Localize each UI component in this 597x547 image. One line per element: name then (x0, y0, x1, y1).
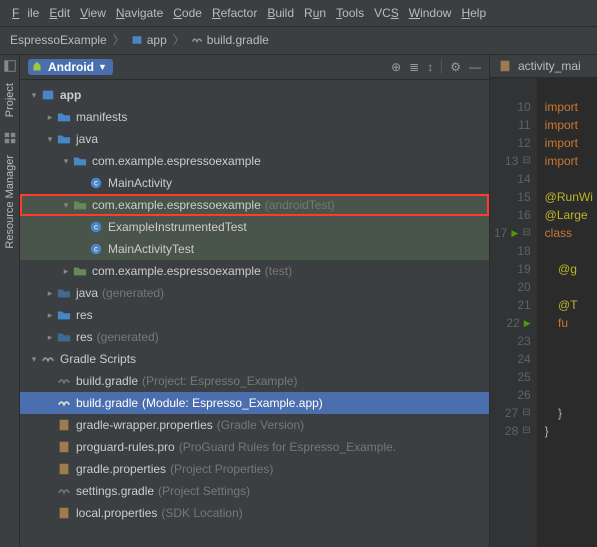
project-tool-tab[interactable]: Project (2, 77, 18, 123)
tree-node-local-props[interactable]: local.properties (SDK Location) (20, 502, 489, 524)
editor-body[interactable]: 10111213 ⊟14 151617 ▶⊟1819 202122 ▶2324 … (490, 78, 597, 547)
tree-node-pkg-main[interactable]: ▾ com.example.espressoexample (20, 150, 489, 172)
project-tool-icon[interactable] (3, 59, 17, 73)
breadcrumb-project[interactable]: EspressoExample (10, 33, 107, 47)
tree-node-gradle-scripts[interactable]: ▾ Gradle Scripts (20, 348, 489, 370)
gradle-icon (40, 351, 56, 367)
chevron-right-icon: ▸ (44, 332, 56, 343)
tree-node-example-instr-test[interactable]: c ExampleInstrumentedTest (20, 216, 489, 238)
gradle-file-icon (191, 34, 203, 46)
menu-navigate[interactable]: Navigate (112, 4, 167, 22)
svg-text:c: c (94, 179, 98, 188)
menu-tools[interactable]: Tools (332, 4, 368, 22)
tree-node-pkg-android-test[interactable]: ▾ com.example.espressoexample (androidTe… (20, 194, 489, 216)
code-content[interactable]: import import import import @RunWi @Larg… (537, 78, 593, 547)
project-panel: Android ▼ ⊕ ≣ ↕ ⚙ — ▾ app (20, 55, 490, 547)
line-number-gutter: 10111213 ⊟14 151617 ▶⊟1819 202122 ▶2324 … (490, 78, 537, 547)
select-target-icon[interactable]: ⊕ (391, 60, 401, 74)
chevron-down-icon: ▾ (60, 200, 72, 211)
chevron-down-icon: ▾ (44, 134, 56, 145)
tree-node-main-activity-test[interactable]: c MainActivityTest (20, 238, 489, 260)
gradle-file-icon (56, 373, 72, 389)
class-icon: c (88, 241, 104, 257)
menu-edit[interactable]: Edit (45, 4, 74, 22)
chevron-down-icon: ▾ (60, 156, 72, 167)
hide-panel-icon[interactable]: — (469, 60, 481, 74)
android-icon (30, 60, 44, 74)
xml-file-icon (498, 59, 512, 73)
package-icon (72, 263, 88, 279)
menu-vcs[interactable]: VCS (370, 4, 403, 22)
svg-text:c: c (94, 245, 98, 254)
resource-manager-icon[interactable] (3, 131, 17, 145)
tree-node-gradle-wrapper-props[interactable]: gradle-wrapper.properties (Gradle Versio… (20, 414, 489, 436)
settings-icon[interactable]: ⚙ (450, 60, 461, 74)
menu-help[interactable]: Help (457, 4, 490, 22)
class-icon: c (88, 219, 104, 235)
properties-file-icon (56, 417, 72, 433)
main-menu-bar: File Edit View Navigate Code Refactor Bu… (0, 0, 597, 27)
folder-icon (56, 307, 72, 323)
class-icon: c (88, 175, 104, 191)
module-icon (131, 34, 143, 46)
svg-text:c: c (94, 223, 98, 232)
menu-window[interactable]: Window (405, 4, 456, 22)
left-tool-gutter: Project Resource Manager (0, 55, 20, 547)
chevron-down-icon: ▾ (28, 90, 40, 101)
folder-icon (56, 131, 72, 147)
sort-icon[interactable]: ↕ (427, 60, 433, 74)
tree-node-manifests[interactable]: ▸ manifests (20, 106, 489, 128)
menu-view[interactable]: View (76, 4, 110, 22)
menu-run[interactable]: Run (300, 4, 330, 22)
separator (441, 60, 442, 74)
chevron-right-icon: ▸ (60, 266, 72, 277)
breadcrumb-module[interactable]: app (131, 33, 167, 47)
menu-file[interactable]: File (8, 4, 43, 22)
gradle-file-icon (56, 483, 72, 499)
breadcrumb-file[interactable]: build.gradle (191, 33, 269, 47)
menu-build[interactable]: Build (263, 4, 298, 22)
gradle-file-icon (56, 395, 72, 411)
chevron-right-icon: ▸ (44, 310, 56, 321)
tree-node-proguard[interactable]: proguard-rules.pro (ProGuard Rules for E… (20, 436, 489, 458)
generated-folder-icon (56, 285, 72, 301)
editor-tab[interactable]: activity_mai (490, 55, 597, 78)
tree-node-java[interactable]: ▾ java (20, 128, 489, 150)
tree-node-java-generated[interactable]: ▸ java (generated) (20, 282, 489, 304)
tree-node-main-activity[interactable]: c MainActivity (20, 172, 489, 194)
tree-node-settings-gradle[interactable]: settings.gradle (Project Settings) (20, 480, 489, 502)
generated-folder-icon (56, 329, 72, 345)
editor-area: activity_mai 10111213 ⊟14 151617 ▶⊟1819 … (490, 55, 597, 547)
resource-manager-tab[interactable]: Resource Manager (2, 149, 18, 255)
chevron-down-icon: ▾ (28, 354, 40, 365)
chevron-right-icon: 〉 (113, 31, 125, 48)
project-view-selector[interactable]: Android ▼ (28, 59, 113, 75)
module-icon (40, 87, 56, 103)
expand-all-icon[interactable]: ≣ (409, 60, 419, 74)
tree-node-res[interactable]: ▸ res (20, 304, 489, 326)
folder-icon (56, 109, 72, 125)
package-icon (72, 197, 88, 213)
chevron-right-icon: ▸ (44, 288, 56, 299)
package-icon (72, 153, 88, 169)
menu-code[interactable]: Code (169, 4, 206, 22)
chevron-right-icon: ▸ (44, 112, 56, 123)
tree-node-res-generated[interactable]: ▸ res (generated) (20, 326, 489, 348)
tree-node-build-gradle-module[interactable]: build.gradle (Module: Espresso_Example.a… (20, 392, 489, 414)
tree-node-app[interactable]: ▾ app (20, 84, 489, 106)
properties-file-icon (56, 439, 72, 455)
tree-node-pkg-test[interactable]: ▸ com.example.espressoexample (test) (20, 260, 489, 282)
properties-file-icon (56, 461, 72, 477)
chevron-down-icon: ▼ (98, 62, 107, 72)
breadcrumb: EspressoExample 〉 app 〉 build.gradle (0, 27, 597, 55)
project-panel-header: Android ▼ ⊕ ≣ ↕ ⚙ — (20, 55, 489, 80)
tree-node-build-gradle-project[interactable]: build.gradle (Project: Espresso_Example) (20, 370, 489, 392)
tree-node-gradle-props[interactable]: gradle.properties (Project Properties) (20, 458, 489, 480)
properties-file-icon (56, 505, 72, 521)
chevron-right-icon: 〉 (173, 31, 185, 48)
menu-refactor[interactable]: Refactor (208, 4, 261, 22)
project-tree: ▾ app ▸ manifests ▾ java ▾ (20, 80, 489, 547)
